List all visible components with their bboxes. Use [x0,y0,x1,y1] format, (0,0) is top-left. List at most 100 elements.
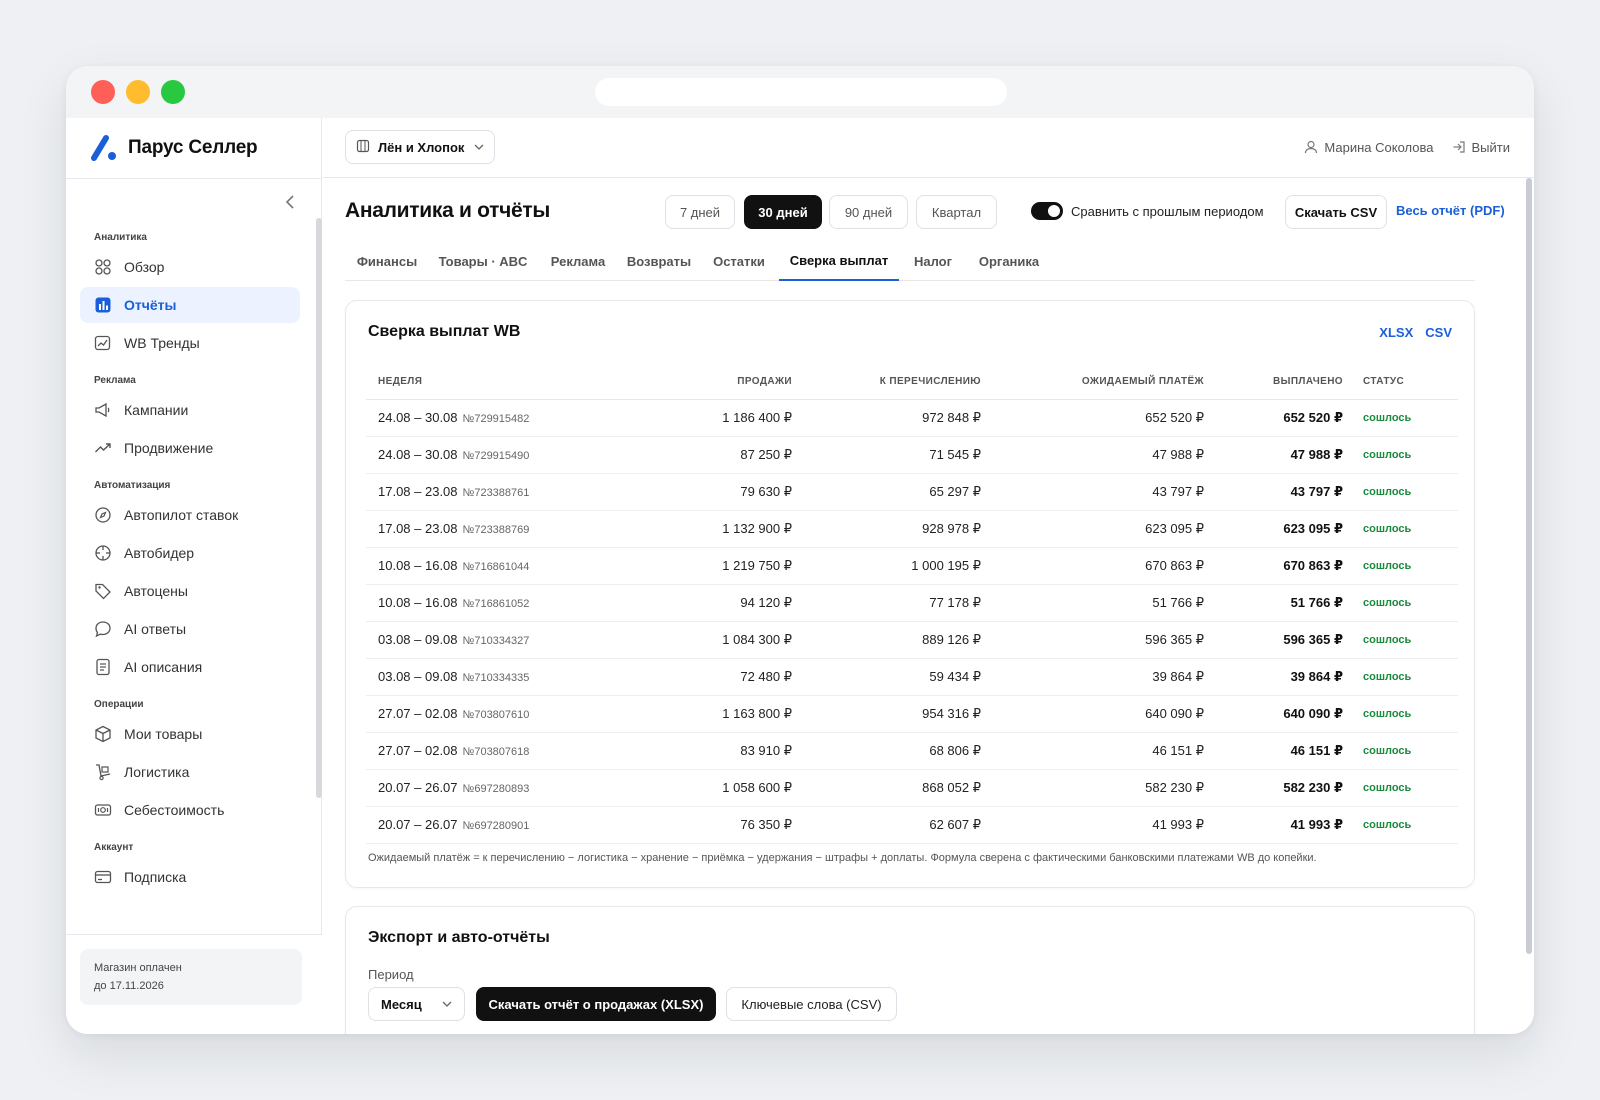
address-bar[interactable] [595,78,1007,106]
table-row[interactable]: 17.08 – 23.08 №723388761 79 630 ₽65 297 ₽4… [366,473,1458,511]
table-row[interactable]: 24.08 – 30.08 №729915490 87 250 ₽71 545 ₽4… [366,436,1458,474]
week-cell: 17.08 – 23.08 №723388769 [366,510,666,548]
sidebar: Парус Селлер Аналитика Обзор Отчёты WB Трен… [66,118,322,1034]
sidebar-item[interactable]: Логистика [80,754,300,790]
column-header-week[interactable]: НЕДЕЛЯ [366,365,666,400]
compare-toggle-row: Сравнить с прошлым периодом [1031,202,1264,220]
sidebar-item[interactable]: Отчёты [80,287,300,323]
column-header-paid[interactable]: ВЫПЛАЧЕНО [1204,365,1343,400]
nav-group-title: Реклама [94,375,136,386]
minimize-window-button[interactable] [126,80,150,104]
column-header-expected[interactable]: ОЖИДАЕМЫЙ ПЛАТЁЖ [981,365,1204,400]
report-number: №716861044 [462,561,530,573]
export-card-title: Экспорт и авто-отчёты [368,929,550,946]
close-window-button[interactable] [91,80,115,104]
column-header-transfer[interactable]: К ПЕРЕЧИСЛЕНИЮ [792,365,981,400]
brand-logo-icon [88,134,118,162]
sales-cell: 1 186 400 ₽ [666,399,792,437]
column-header-sales[interactable]: ПРОДАЖИ [666,365,792,400]
expected-cell: 582 230 ₽ [981,769,1204,807]
sales-cell: 1 084 300 ₽ [666,621,792,659]
sidebar-item[interactable]: AI ответы [80,611,300,647]
week-range: 03.08 – 09.08 [378,632,458,647]
expected-cell: 39 864 ₽ [981,658,1204,696]
store-selector[interactable]: Лён и Хлопок [345,130,495,164]
tab-stock[interactable]: Остатки [703,242,775,281]
logout-button[interactable]: Выйти [1452,140,1510,155]
sales-cell: 83 910 ₽ [666,732,792,770]
week-range: 20.07 – 26.07 [378,817,458,832]
credit-card-icon [94,868,112,886]
table-row[interactable]: 03.08 – 09.08 №710334335 72 480 ₽59 434 ₽3… [366,658,1458,696]
sales-cell: 1 132 900 ₽ [666,510,792,548]
user-profile-link[interactable]: Марина Соколова [1304,140,1434,155]
sidebar-item[interactable]: Автопилот ставок [80,497,300,533]
sidebar-item-label: Отчёты [124,297,177,313]
status-cell: сошлось [1343,399,1458,437]
sidebar-item[interactable]: Кампании [80,392,300,428]
maximize-window-button[interactable] [161,80,185,104]
keywords-csv-button[interactable]: Ключевые слова (CSV) [726,987,897,1021]
period-7-days-button[interactable]: 7 дней [665,195,735,229]
sidebar-item[interactable]: Мои товары [80,716,300,752]
period-90-days-button[interactable]: 90 дней [829,195,908,229]
status-cell: сошлось [1343,695,1458,733]
table-row[interactable]: 03.08 – 09.08 №710334327 1 084 300 ₽889 12… [366,621,1458,659]
transfer-cell: 68 806 ₽ [792,732,981,770]
dolly-icon [94,763,112,781]
transfer-cell: 928 978 ₽ [792,510,981,548]
report-number: №729915482 [462,413,530,425]
table-row[interactable]: 24.08 – 30.08 №729915482 1 186 400 ₽972 84… [366,399,1458,437]
download-csv-button[interactable]: Скачать CSV [1285,195,1387,229]
store-name: Лён и Хлопок [378,139,465,155]
table-row[interactable]: 10.08 – 16.08 №716861044 1 219 750 ₽1 000 … [366,547,1458,585]
status-cell: сошлось [1343,658,1458,696]
sidebar-item[interactable]: Автоцены [80,573,300,609]
sidebar-item[interactable]: Автобидер [80,535,300,571]
sales-cell: 94 120 ₽ [666,584,792,622]
sales-cell: 1 058 600 ₽ [666,769,792,807]
table-row[interactable]: 17.08 – 23.08 №723388769 1 132 900 ₽928 97… [366,510,1458,548]
tab-finance[interactable]: Финансы [345,242,429,281]
export-csv-link[interactable]: CSV [1425,325,1452,340]
export-xlsx-link[interactable]: XLSX [1379,325,1413,340]
paid-cell: 582 230 ₽ [1204,769,1343,807]
sidebar-item-label: Себестоимость [124,802,225,818]
period-quarter-button[interactable]: Квартал [916,195,997,229]
period-select[interactable]: Месяц [368,987,465,1021]
sidebar-item[interactable]: Продвижение [80,430,300,466]
full-report-pdf-link[interactable]: Весь отчёт (PDF) [1396,203,1505,218]
main-scrollbar[interactable] [1526,178,1532,954]
sidebar-item[interactable]: Себестоимость [80,792,300,828]
compare-toggle[interactable] [1031,202,1063,220]
week-cell: 24.08 – 30.08 №729915490 [366,436,666,474]
subscription-status-text: Магазин оплачен [94,962,182,974]
table-row[interactable]: 27.07 – 02.08 №703807618 83 910 ₽68 806 ₽4… [366,732,1458,770]
tab-products-abc[interactable]: Товары · ABC [433,242,533,281]
sidebar-item-label: AI описания [124,659,203,675]
tab-payout-reconciliation[interactable]: Сверка выплат [779,242,899,281]
transfer-cell: 62 607 ₽ [792,806,981,844]
sidebar-item[interactable]: WB Тренды [80,325,300,361]
status-cell: сошлось [1343,732,1458,770]
table-row[interactable]: 27.07 – 02.08 №703807610 1 163 800 ₽954 31… [366,695,1458,733]
user-box: Марина Соколова Выйти [1304,130,1510,164]
tab-ads[interactable]: Реклама [541,242,615,281]
table-row[interactable]: 20.07 – 26.07 №697280901 76 350 ₽62 607 ₽4… [366,806,1458,844]
column-header-status[interactable]: СТАТУС [1343,365,1458,400]
tab-returns[interactable]: Возвраты [619,242,699,281]
table-row[interactable]: 20.07 – 26.07 №697280893 1 058 600 ₽868 05… [366,769,1458,807]
title-bar [66,66,1534,118]
download-sales-report-button[interactable]: Скачать отчёт о продажах (XLSX) [476,987,716,1021]
tab-organic[interactable]: Органика [967,242,1051,281]
sidebar-item[interactable]: AI описания [80,649,300,685]
tab-tax[interactable]: Налог [905,242,961,281]
brand[interactable]: Парус Селлер [88,118,258,178]
table-header-row: НЕДЕЛЯ ПРОДАЖИ К ПЕРЕЧИСЛЕНИЮ ОЖИДАЕМЫЙ … [366,365,1458,400]
period-30-days-button[interactable]: 30 дней [744,195,822,229]
week-cell: 10.08 – 16.08 №716861044 [366,547,666,585]
sidebar-item[interactable]: Обзор [80,249,300,285]
table-row[interactable]: 10.08 – 16.08 №716861052 94 120 ₽77 178 ₽5… [366,584,1458,622]
collapse-sidebar-icon[interactable] [280,190,300,214]
sidebar-item[interactable]: Подписка [80,859,300,895]
